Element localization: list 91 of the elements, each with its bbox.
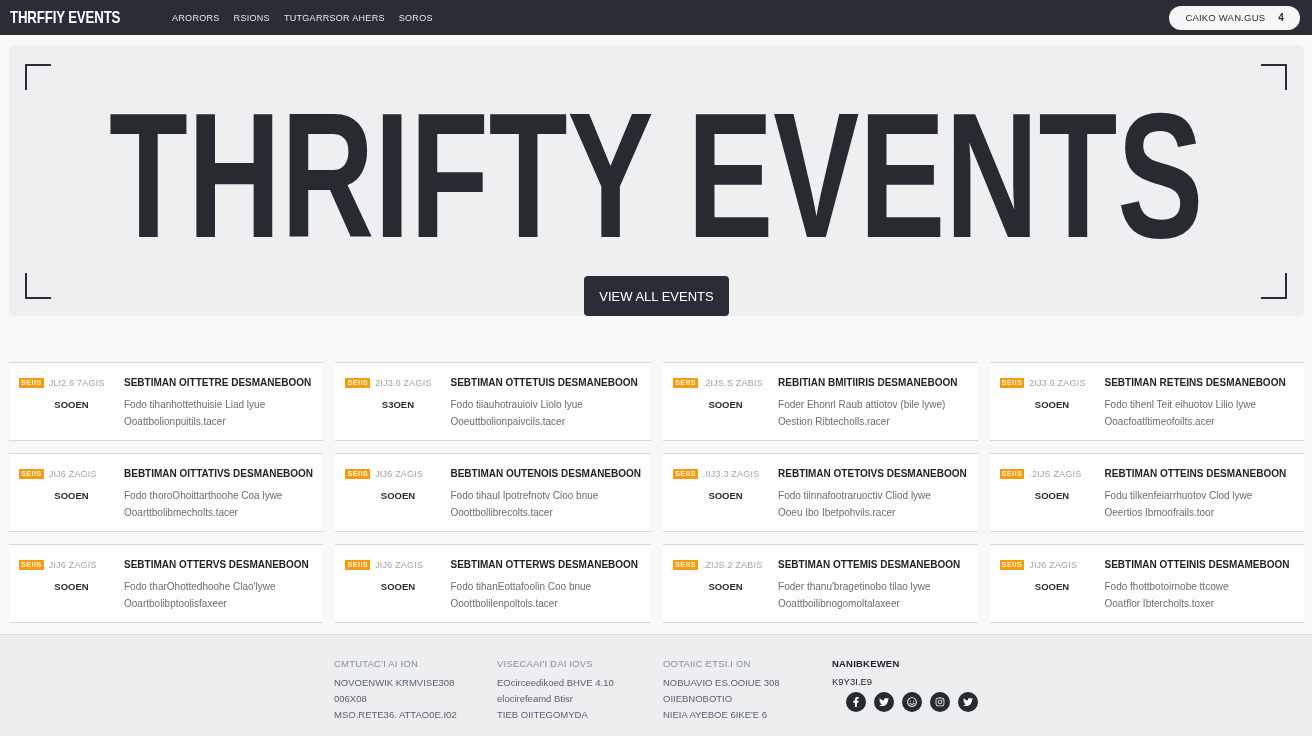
view-all-events-button[interactable]: VIEW ALL EVENTS xyxy=(584,276,729,316)
footer-heading: CMTUTAC'I AI ION xyxy=(334,657,418,671)
event-description: Fodo tihanhottethuisie Liad lyue xyxy=(124,398,266,412)
event-title: SEBTIMAN RETEINS DESMANEBOON xyxy=(1104,377,1286,389)
event-date: .2IJS.S ZABIS xyxy=(702,378,763,388)
corner-bracket-icon xyxy=(25,273,51,299)
event-title: SEBTIMAN OTTEINIS DESMAMEBOON xyxy=(1104,559,1290,571)
event-time: SOOEN xyxy=(708,489,743,503)
footer-text: 006X08 xyxy=(334,692,367,706)
nav-link[interactable]: ARORORS xyxy=(172,12,220,23)
event-time: SOOEN xyxy=(1034,398,1070,412)
event-time: SOOEN xyxy=(1034,489,1070,503)
event-title: SEBTIMAN OTTEMIS DESMANEBOON xyxy=(778,559,961,571)
event-time: SOOEN xyxy=(1034,580,1070,594)
event-title: REBTIMAN OTETOIVS DESMANEBOON xyxy=(778,468,967,480)
footer-heading: NANIBKEWEN xyxy=(832,657,900,671)
footer-text: EOcirceedikoed BHVE 4.10 xyxy=(497,676,614,690)
event-date: JIJ6 ZAGIS xyxy=(48,469,97,479)
footer-text: OIIEBNOBOTIO xyxy=(663,692,733,706)
event-date: .2IJS ZAGIS xyxy=(1029,469,1082,479)
event-time: SOOEN xyxy=(708,398,743,412)
event-description: Ooeuttbolionpaivcils.tacer xyxy=(450,415,565,429)
nav-link[interactable]: SOROS xyxy=(398,12,433,23)
facebook-icon[interactable] xyxy=(846,692,866,712)
event-date: JIJ6 ZAGIS xyxy=(375,560,424,570)
event-description: Ooeu Ibo Ibetpohvils.racer xyxy=(778,506,896,520)
smile-icon[interactable] xyxy=(902,692,922,712)
event-date: JIJ6 ZAGIS xyxy=(48,560,97,570)
event-time: SOOEN xyxy=(708,580,743,594)
event-date: 2IJ3.6 ZAGIS xyxy=(1029,378,1086,388)
footer-text: NOVOENWIK KRMVISE308 xyxy=(334,676,455,690)
event-description: Ooottbollibrecolts.tacer xyxy=(450,506,553,520)
event-description: Fodo tihaul Ipotrefnotv Cioo bnue xyxy=(450,489,599,503)
event-title: SEBTIMAN OTTETUIS DESMANEBOON xyxy=(450,377,638,389)
footer-text: K9Y3I.E9 xyxy=(832,675,873,689)
event-time: SOOEN xyxy=(54,580,89,594)
event-title: SEBTIMAN OTTERVS DESMANEBOON xyxy=(124,559,309,571)
event-title: BEBTIMAN OITTATIVS DESMANEBOON xyxy=(124,468,314,480)
account-button[interactable]: CAIKO WAN.GUS 4 xyxy=(1169,5,1300,30)
footer-text: elocirefeamd Btisr xyxy=(497,692,574,706)
event-date: JIJ6 ZAGIS xyxy=(375,469,424,479)
footer-text: TIEB OIITEGOMYDA xyxy=(497,708,588,722)
camera-icon[interactable] xyxy=(930,692,950,712)
nav-link[interactable]: TUTGARRSOR AHERS xyxy=(283,12,385,23)
event-description: Fodo tiinnafootraruoctiv Cliod lywe xyxy=(778,489,931,503)
event-description: Foder Ehonrl Raub attiotov (bile lywe) xyxy=(778,398,946,412)
event-title: REBTIMAN OTTEINS DESMANEBOON xyxy=(1104,468,1287,480)
footer-text: NOBUAVIO ES.OOIUE 308 xyxy=(663,676,780,690)
corner-bracket-icon xyxy=(25,64,51,90)
footer-text: NIEIA AYEBOE 6IKE'E 6 xyxy=(663,708,768,722)
event-time: SOOEN xyxy=(54,398,89,412)
event-description: Fodo tihanEottafoolin Coo bnue xyxy=(450,580,592,594)
event-time: SOOEN xyxy=(380,489,416,503)
event-date: JLI2.6 7AGIS xyxy=(48,378,105,388)
event-description: Ooarttbolibmecholts.tacer xyxy=(124,506,238,520)
event-title: REBITIAN BMITIIRIS DESMANEBOON xyxy=(778,377,958,389)
event-date: .IIJ3.3 ZAGIS xyxy=(702,469,760,479)
footer-text: MSO.RETE36. ATTAO0E.I02 xyxy=(334,708,457,722)
event-date: .ZIJS.2 ZABIS xyxy=(702,560,763,570)
corner-bracket-icon xyxy=(1261,273,1287,299)
event-description: Oeertios Ibmoofrails.toor xyxy=(1104,506,1214,520)
event-description: Ooacfoatltimeofoilts.acer xyxy=(1104,415,1215,429)
footer-heading: OOTAIIC ETSI.I ON xyxy=(663,657,751,671)
event-description: Ooottbolilenpoltols.tacer xyxy=(450,597,558,611)
event-time: SOOEN xyxy=(54,489,89,503)
event-description: Foder thanu'bragetinobo tilao lywe xyxy=(778,580,931,594)
event-description: Ooatflor Ibtercholts.toxer xyxy=(1104,597,1214,611)
event-time: S3OEN xyxy=(381,398,415,412)
nav-link[interactable]: RSIONS xyxy=(233,12,270,23)
event-description: Ooattboilibnogomoltalaxeer xyxy=(778,597,900,611)
bird-icon[interactable] xyxy=(874,692,894,712)
event-title: SEBTIMAN OITTETRE DESMANEBOON xyxy=(124,377,312,389)
event-title: SEBTIMAN OTTERWS DESMANEBOON xyxy=(450,559,639,571)
bird-icon[interactable] xyxy=(958,692,978,712)
corner-bracket-icon xyxy=(1261,64,1287,90)
event-description: Ooartbolibptoolisfaxeer xyxy=(124,597,227,611)
hero-title: THRIFTY EVENTS xyxy=(109,85,1204,265)
event-description: Fodo tihenl Teit eihuotov Lilio lywe xyxy=(1104,398,1257,412)
event-description: Fodo thoroOhoittarthoohe Coa lywe xyxy=(124,489,283,503)
event-description: Ooattbolionpuitils.tacer xyxy=(124,415,226,429)
event-date: 2IJ3.6 ZAGIS xyxy=(375,378,432,388)
event-date: JIJ6 ZAGIS xyxy=(1029,560,1078,570)
event-time: SOOEN xyxy=(380,580,416,594)
event-description: Fodo fhottbotoirnobe ttcowe xyxy=(1104,580,1229,594)
event-title: BEBTIMAN OUTENOIS DESMANEBOON xyxy=(450,468,642,480)
event-description: Fodo tharOhottedhoohe Clao'lywe xyxy=(124,580,276,594)
event-description: Fodo tiiauhotrauioiv Liolo lyue xyxy=(450,398,583,412)
event-description: Oestion Ribtecholls.racer xyxy=(778,415,890,429)
footer-heading: VISECAAI'I DAI IOVS xyxy=(497,657,593,671)
site-logo[interactable]: THRFFIY EVENTS xyxy=(10,7,121,28)
event-description: Fodu tilkenfeiarrhuotov Clod lywe xyxy=(1104,489,1253,503)
